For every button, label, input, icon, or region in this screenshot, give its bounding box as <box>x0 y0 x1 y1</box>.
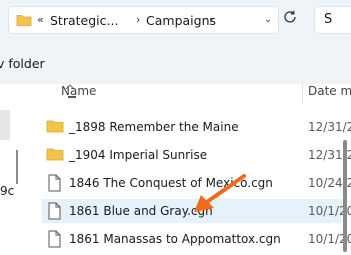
folder-icon <box>16 13 32 30</box>
list-item[interactable]: 1861 Manassas to Appomattox.cgn 10/1/202 <box>42 227 351 251</box>
column-divider[interactable] <box>302 82 303 104</box>
list-item[interactable]: _1904 Imperial Sunrise 12/31/20 <box>42 143 351 167</box>
document-icon <box>46 202 62 223</box>
address-bar[interactable]: « Strategic... › Campaigns › ⌄ <box>8 6 279 34</box>
new-folder-button[interactable]: v folder <box>0 56 45 71</box>
file-name: _1904 Imperial Sunrise <box>69 148 208 162</box>
list-scrollbar[interactable] <box>343 140 347 252</box>
annotation-arrow-icon <box>190 170 250 223</box>
chevron-right-icon[interactable]: › <box>209 13 213 26</box>
column-name[interactable]: Name <box>61 84 96 98</box>
nav-scrollbar[interactable] <box>16 150 18 184</box>
folder-icon <box>46 146 64 165</box>
folder-icon <box>46 118 64 137</box>
command-bar: v folder <box>0 42 351 84</box>
overflow-chevron-icon[interactable]: « <box>37 13 44 26</box>
nav-partial-label: 9c <box>0 184 15 198</box>
refresh-icon[interactable] <box>282 9 304 31</box>
document-icon <box>46 174 62 195</box>
address-toolbar: « Strategic... › Campaigns › ⌄ S <box>0 0 351 42</box>
column-header: Name Date mo <box>27 82 351 106</box>
chevron-right-icon[interactable]: › <box>136 13 140 26</box>
column-date-modified[interactable]: Date mo <box>308 84 351 98</box>
file-date: 12/31/20 <box>308 120 351 134</box>
document-icon <box>46 230 62 251</box>
breadcrumb-strategic[interactable]: Strategic... <box>50 13 118 28</box>
file-name: 1861 Manassas to Appomattox.cgn <box>69 232 281 246</box>
breadcrumb-campaigns[interactable]: Campaigns <box>146 13 216 28</box>
clipped-row-fragment <box>68 96 76 98</box>
search-partial-text: S <box>324 12 333 27</box>
nav-selected-item[interactable] <box>0 110 10 140</box>
search-box[interactable]: S <box>314 6 351 34</box>
address-dropdown-icon[interactable]: ⌄ <box>264 14 272 25</box>
file-name: _1898 Remember the Maine <box>69 120 239 134</box>
list-item[interactable]: _1898 Remember the Maine 12/31/20 <box>42 115 351 139</box>
